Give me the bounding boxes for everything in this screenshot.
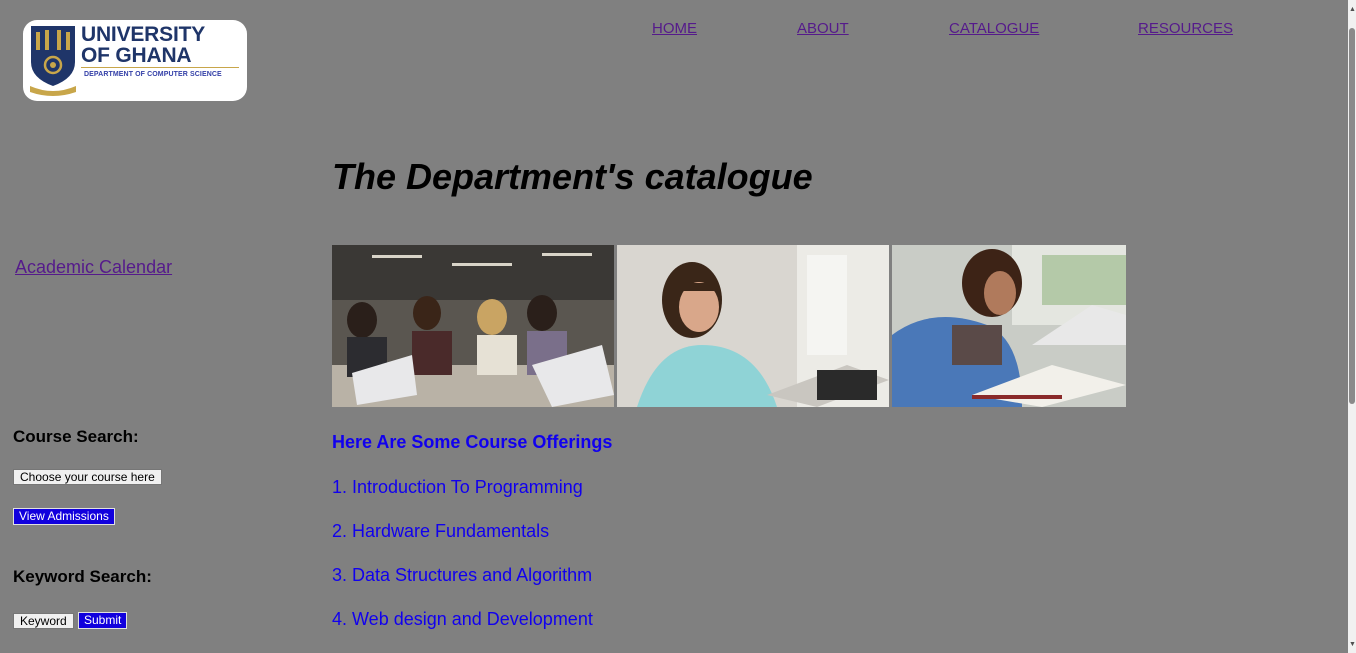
logo-department: DEPARTMENT OF COMPUTER SCIENCE bbox=[84, 71, 222, 78]
logo-line-2: OF GHANA bbox=[81, 44, 192, 67]
students-group-photo bbox=[332, 245, 614, 407]
course-item[interactable]: 2. Hardware Fundamentals bbox=[332, 521, 549, 542]
university-crest-icon bbox=[30, 26, 76, 96]
academic-calendar-link[interactable]: Academic Calendar bbox=[15, 257, 172, 278]
nav-link-about[interactable]: ABOUT bbox=[797, 20, 849, 37]
course-select[interactable]: Choose your course here bbox=[13, 469, 162, 485]
submit-button[interactable]: Submit bbox=[78, 612, 128, 629]
nav-link-catalogue[interactable]: CATALOGUE bbox=[949, 20, 1039, 37]
nav-link-resources[interactable]: RESOURCES bbox=[1138, 20, 1233, 37]
scroll-down-icon[interactable]: ▼ bbox=[1349, 641, 1356, 649]
course-item[interactable]: 1. Introduction To Programming bbox=[332, 477, 583, 498]
logo-divider bbox=[81, 67, 239, 68]
scroll-thumb[interactable] bbox=[1349, 28, 1355, 404]
university-logo[interactable]: UNIVERSITY OF GHANA DEPARTMENT OF COMPUT… bbox=[23, 20, 247, 101]
keyword-search-label: Keyword Search: bbox=[13, 567, 152, 586]
keyword-input[interactable]: Keyword bbox=[13, 613, 74, 629]
student-writing-photo bbox=[892, 245, 1126, 407]
page-title: The Department's catalogue bbox=[332, 156, 813, 197]
course-offerings-heading: Here Are Some Course Offerings bbox=[332, 432, 613, 452]
logo-title: UNIVERSITY OF GHANA bbox=[81, 24, 205, 66]
vertical-scrollbar[interactable]: ▲ ▼ bbox=[1348, 0, 1356, 653]
view-admissions-button[interactable]: View Admissions bbox=[13, 508, 115, 525]
course-search-label: Course Search: bbox=[13, 427, 139, 446]
course-item[interactable]: 3. Data Structures and Algorithm bbox=[332, 565, 592, 586]
nav-link-home[interactable]: HOME bbox=[652, 20, 697, 37]
logo-line-1: UNIVERSITY bbox=[81, 23, 206, 46]
scroll-up-icon[interactable]: ▲ bbox=[1349, 6, 1356, 14]
page-frame: UNIVERSITY OF GHANA DEPARTMENT OF COMPUT… bbox=[3, 2, 1348, 653]
student-thinking-photo bbox=[617, 245, 889, 407]
course-item[interactable]: 4. Web design and Development bbox=[332, 609, 593, 630]
